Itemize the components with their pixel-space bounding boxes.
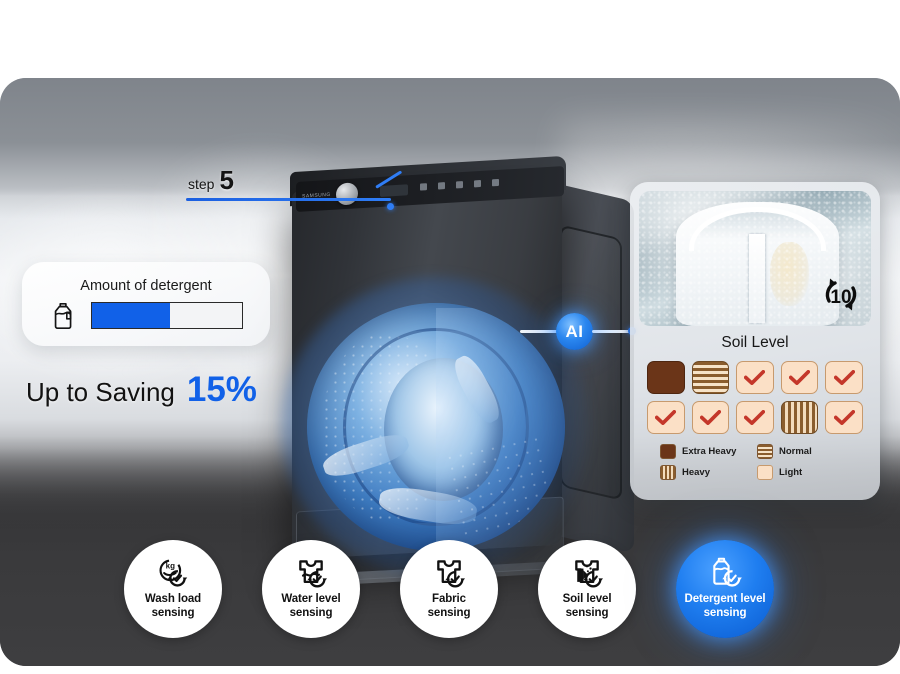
checkmark-icon bbox=[833, 410, 855, 425]
saving-headline: Up to Saving 15% bbox=[26, 370, 257, 410]
legend-item-heavy: Heavy bbox=[660, 465, 753, 480]
svg-text:kg: kg bbox=[166, 562, 175, 571]
step-leader-dot bbox=[387, 203, 394, 210]
legend-swatch-heavy bbox=[660, 465, 676, 480]
legend-label: Light bbox=[779, 467, 803, 478]
drum-door-glass bbox=[436, 307, 565, 547]
soil-level-title: Soil Level bbox=[721, 334, 789, 351]
control-button[interactable] bbox=[456, 181, 463, 189]
cycle-count-badge: 10 bbox=[818, 274, 864, 316]
step-number: 5 bbox=[219, 165, 234, 195]
drum-outer bbox=[307, 303, 565, 551]
legend-item-extra-heavy: Extra Heavy bbox=[660, 444, 753, 459]
soil-tile-light[interactable] bbox=[647, 401, 685, 434]
cycle-count-text: 10 bbox=[830, 287, 851, 308]
program-dial[interactable] bbox=[336, 182, 358, 206]
soil-tile-light[interactable] bbox=[825, 361, 863, 394]
nav-node-label: Fabric sensing bbox=[427, 593, 471, 619]
illustration-stage: SAMSUNG step 5 Amount of detergent Up to… bbox=[0, 0, 900, 674]
detergent-level-sensing-icon bbox=[707, 557, 743, 589]
soil-level-legend: Extra Heavy Normal Heavy Light bbox=[660, 444, 850, 480]
sensing-step-nav: kg Wash load sensing Water level sensing Fabr… bbox=[0, 540, 900, 660]
control-button[interactable] bbox=[492, 178, 499, 187]
fabric-sensing-icon bbox=[431, 557, 467, 589]
checkmark-icon bbox=[744, 370, 766, 385]
step-leader-line bbox=[186, 198, 391, 201]
nav-node-label: Water level sensing bbox=[281, 593, 341, 619]
nav-node-water-level-sensing[interactable]: Water level sensing bbox=[262, 540, 360, 638]
soil-tile-light[interactable] bbox=[691, 401, 730, 434]
legend-item-light: Light bbox=[757, 465, 850, 480]
legend-swatch-extra-heavy bbox=[660, 444, 676, 459]
soil-tile-light[interactable] bbox=[780, 361, 819, 394]
checkmark-icon bbox=[789, 370, 811, 385]
ai-leader-line-right bbox=[592, 330, 632, 333]
control-display bbox=[380, 184, 408, 197]
soil-tile-normal[interactable] bbox=[691, 361, 730, 394]
legend-swatch-light bbox=[757, 465, 773, 480]
soil-level-sensing-icon bbox=[569, 557, 605, 589]
soil-level-panel: 10 Soil Level Extra Heavy Normal Heavy Ligh… bbox=[630, 182, 880, 500]
checkmark-icon bbox=[833, 370, 855, 385]
step-callout: step 5 bbox=[188, 167, 234, 193]
legend-item-normal: Normal bbox=[757, 444, 850, 459]
water-level-sensing-icon bbox=[293, 557, 329, 589]
control-button[interactable] bbox=[438, 182, 445, 190]
control-button[interactable] bbox=[420, 183, 427, 191]
legend-label: Normal bbox=[779, 446, 812, 457]
detergent-bottle-icon bbox=[54, 302, 72, 329]
ai-badge: AI bbox=[556, 313, 593, 350]
soil-tile-light[interactable] bbox=[825, 401, 863, 434]
control-buttons[interactable] bbox=[420, 178, 499, 191]
nav-node-soil-level-sensing[interactable]: Soil level sensing bbox=[538, 540, 636, 638]
shirt-photo: 10 bbox=[639, 191, 871, 326]
nav-node-detergent-level-sensing[interactable]: Detergent level sensing bbox=[676, 540, 774, 638]
washer-drum bbox=[281, 277, 591, 577]
wash-load-sensing-icon: kg bbox=[155, 557, 191, 589]
detergent-gauge-row bbox=[49, 301, 243, 331]
checkmark-icon bbox=[699, 410, 721, 425]
saving-value: 15% bbox=[186, 370, 257, 409]
washing-machine: SAMSUNG bbox=[262, 148, 634, 608]
detergent-amount-card: Amount of detergent bbox=[22, 262, 270, 346]
control-button[interactable] bbox=[474, 179, 481, 188]
nav-node-fabric-sensing[interactable]: Fabric sensing bbox=[400, 540, 498, 638]
nav-node-wash-load-sensing[interactable]: kg Wash load sensing bbox=[124, 540, 222, 638]
detergent-level-bar bbox=[91, 302, 243, 329]
step-word: step bbox=[188, 176, 215, 192]
saving-label: Up to Saving bbox=[26, 377, 175, 407]
soil-tile-extra-heavy[interactable] bbox=[647, 361, 685, 394]
legend-label: Extra Heavy bbox=[682, 446, 737, 457]
rotation-arrows-icon: 10 bbox=[825, 278, 857, 311]
legend-swatch-normal bbox=[757, 444, 773, 459]
checkmark-icon bbox=[655, 410, 677, 425]
detergent-card-title: Amount of detergent bbox=[80, 277, 212, 294]
soil-tile-light[interactable] bbox=[736, 361, 774, 394]
soil-tile-heavy[interactable] bbox=[780, 401, 819, 434]
nav-node-label: Soil level sensing bbox=[562, 593, 612, 619]
soil-level-grid bbox=[647, 361, 863, 434]
detergent-level-fill bbox=[92, 303, 170, 328]
legend-label: Heavy bbox=[682, 467, 710, 478]
nav-node-label: Wash load sensing bbox=[144, 593, 202, 619]
checkmark-icon bbox=[744, 410, 766, 425]
soil-tile-light[interactable] bbox=[736, 401, 774, 434]
nav-node-label: Detergent level sensing bbox=[684, 593, 766, 619]
